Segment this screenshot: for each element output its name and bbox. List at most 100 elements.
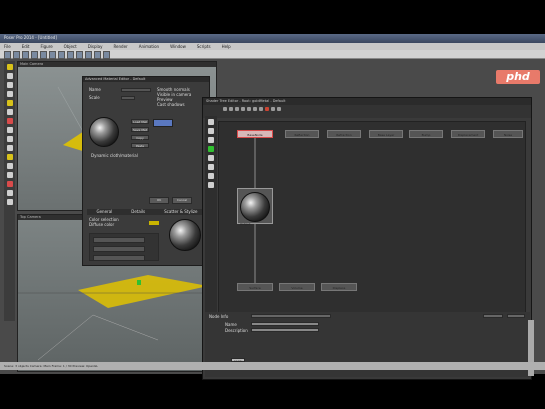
menu-item-animation[interactable]: Animation bbox=[139, 44, 159, 49]
scene-settings-icon[interactable] bbox=[6, 199, 13, 205]
node-base-layer[interactable]: Base Layer bbox=[369, 130, 403, 138]
status-bar: Scene: 3 objects Camera: Main Frame: 1 /… bbox=[0, 362, 545, 370]
cloth-icon[interactable] bbox=[103, 51, 110, 59]
render-icon[interactable] bbox=[49, 51, 56, 59]
node-tool-icon[interactable] bbox=[208, 173, 214, 179]
fit-icon[interactable] bbox=[247, 107, 251, 111]
window-titlebar: Poser Pro 2014 - [Untitled] bbox=[0, 34, 545, 43]
copy-button[interactable]: Copy bbox=[131, 135, 149, 140]
swatch-selector[interactable] bbox=[153, 119, 173, 127]
camera-pan-icon[interactable] bbox=[6, 172, 13, 178]
layout-icon[interactable] bbox=[271, 107, 275, 111]
camera-icon[interactable] bbox=[58, 51, 65, 59]
props-extra-field[interactable] bbox=[507, 314, 525, 318]
add-node-icon[interactable] bbox=[229, 107, 233, 111]
color-tool-icon[interactable] bbox=[6, 118, 13, 124]
grouping-tool-icon[interactable] bbox=[6, 127, 13, 133]
node-surface[interactable]: Surface bbox=[237, 283, 273, 291]
view-magnifier-icon[interactable] bbox=[6, 136, 13, 142]
open-icon[interactable] bbox=[13, 51, 20, 59]
direct-manipulation-icon[interactable] bbox=[6, 154, 13, 160]
save-icon[interactable] bbox=[22, 51, 29, 59]
brand-logo: phd bbox=[496, 70, 540, 84]
menu-item-window[interactable]: Window bbox=[170, 44, 186, 49]
zoom-in-icon[interactable] bbox=[235, 107, 239, 111]
props-name-input[interactable] bbox=[251, 322, 319, 326]
undo-icon[interactable] bbox=[31, 51, 38, 59]
load-material-button[interactable]: Load Mat bbox=[131, 119, 149, 124]
menu-item-file[interactable]: File bbox=[4, 44, 11, 49]
node-tool-icon[interactable] bbox=[208, 119, 214, 125]
light-icon[interactable] bbox=[67, 51, 74, 59]
menu-item-help[interactable]: Help bbox=[222, 44, 231, 49]
cancel-button[interactable]: Cancel bbox=[172, 197, 192, 204]
record-icon[interactable] bbox=[6, 181, 13, 187]
unlink-icon[interactable] bbox=[259, 107, 263, 111]
tab-details[interactable]: Details bbox=[131, 209, 145, 215]
taper-tool-icon[interactable] bbox=[6, 100, 13, 106]
node-canvas[interactable]: BaseNode Reflection Refraction Base Laye… bbox=[218, 121, 526, 314]
camera-dolly-icon[interactable] bbox=[6, 163, 13, 169]
tab-scatter[interactable]: Scatter & Stylize bbox=[164, 209, 197, 215]
output-node[interactable]: Output bbox=[237, 188, 273, 226]
light-control-icon[interactable] bbox=[6, 190, 13, 196]
redo-icon[interactable] bbox=[40, 51, 47, 59]
link-icon[interactable] bbox=[253, 107, 257, 111]
shader-tree-editor: Shader Tree Editor - Root: goldMetal - D… bbox=[202, 97, 534, 380]
collapse-icon[interactable] bbox=[277, 107, 281, 111]
add-green-icon[interactable] bbox=[208, 146, 214, 152]
figure-icon[interactable] bbox=[76, 51, 83, 59]
node-reflection[interactable]: Reflection bbox=[285, 130, 319, 138]
material-icon[interactable] bbox=[85, 51, 92, 59]
paste-button[interactable]: Paste bbox=[131, 143, 149, 148]
dynamic-link-label: Dynamic cloth/material bbox=[91, 153, 138, 158]
menu-item-object[interactable]: Object bbox=[64, 44, 77, 49]
twist-tool-icon[interactable] bbox=[6, 73, 13, 79]
property-row[interactable] bbox=[93, 237, 145, 243]
tab-general[interactable]: General bbox=[97, 209, 113, 215]
node-tool-icon[interactable] bbox=[208, 182, 214, 188]
detail-preview-ball bbox=[169, 219, 201, 251]
section-subtitle: Diffuse color bbox=[89, 222, 115, 227]
rotate-tool-icon[interactable] bbox=[6, 64, 13, 70]
props-desc-input[interactable] bbox=[251, 328, 319, 332]
node-noise[interactable]: Noise bbox=[493, 130, 523, 138]
morph-brush-icon[interactable] bbox=[6, 145, 13, 151]
zoom-out-icon[interactable] bbox=[241, 107, 245, 111]
node-tool-icon[interactable] bbox=[208, 155, 214, 161]
material-preview-ball bbox=[89, 117, 119, 147]
hair-icon[interactable] bbox=[94, 51, 101, 59]
ok-button[interactable]: OK bbox=[149, 197, 169, 204]
node-base[interactable]: BaseNode bbox=[237, 130, 273, 138]
props-key-field[interactable] bbox=[483, 314, 503, 318]
save-material-button[interactable]: Save Mat bbox=[131, 127, 149, 132]
new-icon[interactable] bbox=[4, 51, 11, 59]
props-title: Node Info bbox=[209, 314, 229, 319]
menu-item-figure[interactable]: Figure bbox=[40, 44, 52, 49]
node-tool-icon[interactable] bbox=[208, 128, 214, 134]
diffuse-color-swatch[interactable] bbox=[149, 221, 159, 225]
node-volume[interactable]: Volume bbox=[279, 283, 315, 291]
node-tool-icon[interactable] bbox=[208, 164, 214, 170]
props-title-field[interactable] bbox=[251, 314, 331, 318]
node-displace[interactable]: Displace bbox=[321, 283, 357, 291]
select-icon[interactable] bbox=[223, 107, 227, 111]
property-row[interactable] bbox=[93, 255, 145, 261]
node-tool-icon[interactable] bbox=[208, 137, 214, 143]
chain-break-tool-icon[interactable] bbox=[6, 109, 13, 115]
menu-item-render[interactable]: Render bbox=[113, 44, 127, 49]
menu-item-scripts[interactable]: Scripts bbox=[197, 44, 211, 49]
scale-input[interactable] bbox=[121, 96, 135, 100]
menu-item-display[interactable]: Display bbox=[88, 44, 103, 49]
option-shadows[interactable]: Cast shadows bbox=[157, 102, 207, 107]
output-node-label: Output bbox=[240, 222, 251, 226]
delete-icon[interactable] bbox=[265, 107, 269, 111]
name-input[interactable] bbox=[121, 88, 151, 92]
node-bump[interactable]: Bump bbox=[409, 130, 443, 138]
menu-item-edit[interactable]: Edit bbox=[22, 44, 30, 49]
scale-tool-icon[interactable] bbox=[6, 91, 13, 97]
node-displacement[interactable]: Displacement bbox=[451, 130, 485, 138]
translate-tool-icon[interactable] bbox=[6, 82, 13, 88]
node-refraction[interactable]: Refraction bbox=[327, 130, 361, 138]
property-row[interactable] bbox=[93, 246, 145, 252]
